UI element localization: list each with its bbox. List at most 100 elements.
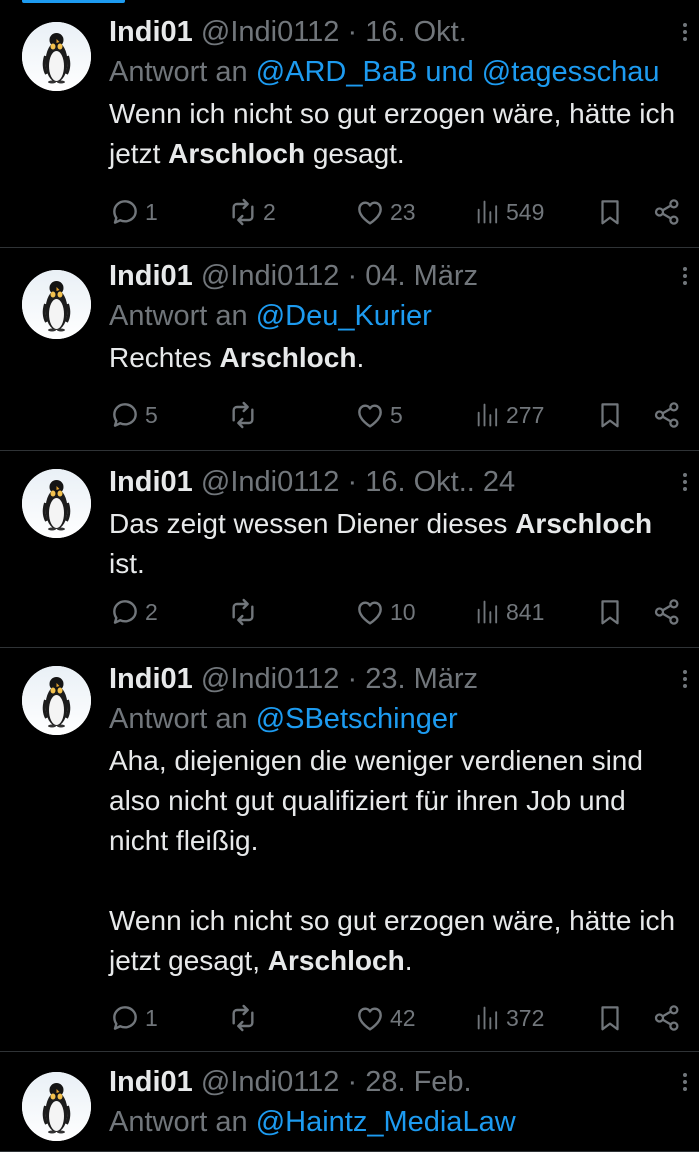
- reply-button[interactable]: 5: [109, 397, 158, 433]
- reply-button[interactable]: 2: [109, 594, 158, 630]
- share-icon: [654, 1005, 679, 1031]
- tweet-content: Indi01 @Indi0112 · 16. Okt. Antwort an @A…: [109, 14, 691, 174]
- user-handle[interactable]: @Indi0112: [201, 466, 340, 498]
- bookmark-button[interactable]: [595, 194, 625, 230]
- name-gap: [193, 260, 201, 292]
- user-handle[interactable]: @Indi0112: [201, 1066, 340, 1098]
- display-name[interactable]: Indi01: [109, 663, 193, 695]
- reply-mention-link[interactable]: @Haintz_MediaLaw: [256, 1106, 516, 1138]
- reply-prefix: Antwort an: [109, 1106, 256, 1138]
- bookmark-button[interactable]: [595, 594, 625, 630]
- like-button[interactable]: 42: [354, 1000, 416, 1036]
- tweet-date[interactable]: 16. Okt.. 24: [365, 466, 515, 498]
- tweet[interactable]: Indi01 @Indi0112 · 16. Okt.. 24 Das zeigt…: [0, 451, 699, 648]
- retweets-count: 2: [263, 198, 276, 225]
- retweet-button[interactable]: [227, 594, 263, 630]
- tweet[interactable]: Indi01 @Indi0112 · 23. März Antwort an @S…: [0, 648, 699, 1052]
- bar-chart-icon: [477, 200, 498, 224]
- share-button[interactable]: [652, 194, 682, 230]
- reply-mention-link[interactable]: @ARD_BaB und @tagesschau: [256, 56, 660, 88]
- more-options-button[interactable]: [679, 1066, 691, 1102]
- tweet-date[interactable]: 23. März: [365, 663, 478, 695]
- tweet-text: Wenn ich nicht so gut erzogen wäre, hätt…: [109, 94, 691, 174]
- bar-chart-icon: [477, 403, 498, 427]
- bookmark-icon: [601, 200, 619, 225]
- share-button[interactable]: [652, 397, 682, 433]
- bookmark-icon: [601, 600, 619, 625]
- reply-context: Antwort an @SBetschinger: [109, 701, 691, 737]
- tweet[interactable]: Indi01 @Indi0112 · 28. Feb. Antwort an @H…: [0, 1052, 699, 1152]
- vertical-dots-icon: [683, 670, 687, 688]
- views-button[interactable]: 277: [474, 397, 544, 433]
- penguin-avatar-icon: [22, 270, 91, 339]
- repost-arrows-icon: [232, 1004, 254, 1032]
- vertical-dots-icon: [683, 23, 687, 41]
- retweet-button[interactable]: [227, 1000, 263, 1036]
- avatar[interactable]: [22, 270, 91, 339]
- tweet-header: Indi01 @Indi0112 · 28. Feb.: [109, 1064, 691, 1100]
- display-name[interactable]: Indi01: [109, 260, 193, 292]
- penguin-avatar-icon: [22, 22, 91, 91]
- repost-arrows-icon: [232, 198, 254, 226]
- avatar[interactable]: [22, 666, 91, 735]
- more-options-button[interactable]: [679, 260, 691, 296]
- share-icon: [654, 599, 679, 625]
- tweet-date[interactable]: 28. Feb.: [365, 1066, 471, 1098]
- reply-mention-link[interactable]: @Deu_Kurier: [256, 300, 432, 332]
- reply-context: Antwort an @Haintz_MediaLaw: [109, 1104, 691, 1140]
- tweet-actions: 1 2 23 549: [109, 194, 685, 230]
- avatar[interactable]: [22, 22, 91, 91]
- views-count: 277: [506, 401, 545, 428]
- tweet-paragraph: Wenn ich nicht so gut erzogen wäre, hätt…: [109, 94, 691, 174]
- repost-arrows-icon: [232, 401, 254, 429]
- tweet[interactable]: Indi01 @Indi0112 · 16. Okt. Antwort an @A…: [0, 0, 699, 248]
- vertical-dots-icon: [683, 267, 687, 285]
- more-options-button[interactable]: [679, 466, 691, 502]
- reply-mention-link[interactable]: @SBetschinger: [256, 703, 458, 735]
- views-button[interactable]: 841: [474, 594, 544, 630]
- user-handle[interactable]: @Indi0112: [201, 16, 340, 48]
- user-handle[interactable]: @Indi0112: [201, 663, 340, 695]
- avatar[interactable]: [22, 1072, 91, 1141]
- user-handle[interactable]: @Indi0112: [201, 260, 340, 292]
- tweet-content: Indi01 @Indi0112 · 28. Feb. Antwort an @H…: [109, 1064, 691, 1140]
- tweet-header: Indi01 @Indi0112 · 16. Okt.. 24: [109, 464, 691, 500]
- more-options-button[interactable]: [679, 16, 691, 52]
- bookmark-button[interactable]: [595, 397, 625, 433]
- reply-button[interactable]: 1: [109, 194, 158, 230]
- tweet-text: Rechtes Arschloch.: [109, 338, 691, 378]
- tweet-actions: 5 5 277: [109, 397, 685, 433]
- tweet-date[interactable]: 16. Okt.: [365, 16, 467, 48]
- like-button[interactable]: 23: [354, 194, 416, 230]
- share-icon: [654, 402, 679, 428]
- penguin-avatar-icon: [22, 469, 91, 538]
- tweet[interactable]: Indi01 @Indi0112 · 04. März Antwort an @D…: [0, 248, 699, 451]
- reply-button[interactable]: 1: [109, 1000, 158, 1036]
- share-button[interactable]: [652, 594, 682, 630]
- like-button[interactable]: 10: [354, 594, 416, 630]
- bar-chart-icon: [477, 1006, 498, 1030]
- repost-arrows-icon: [232, 598, 254, 626]
- like-button[interactable]: 5: [354, 397, 403, 433]
- bar-chart-icon: [477, 600, 498, 624]
- bookmark-button[interactable]: [595, 1000, 625, 1036]
- avatar[interactable]: [22, 469, 91, 538]
- views-button[interactable]: 372: [474, 1000, 544, 1036]
- views-button[interactable]: 549: [474, 194, 544, 230]
- share-button[interactable]: [652, 1000, 682, 1036]
- highlighted-term: Arschloch: [267, 945, 405, 976]
- display-name[interactable]: Indi01: [109, 1066, 193, 1098]
- text-segment: Rechtes: [109, 342, 220, 373]
- retweet-button[interactable]: [227, 397, 263, 433]
- display-name[interactable]: Indi01: [109, 16, 193, 48]
- tweet-date[interactable]: 04. März: [365, 260, 478, 292]
- speech-bubble-icon: [113, 600, 137, 624]
- heart-icon: [358, 601, 382, 625]
- tweet-header: Indi01 @Indi0112 · 16. Okt.: [109, 14, 691, 50]
- likes-count: 10: [390, 598, 416, 625]
- retweet-button[interactable]: 2: [227, 194, 276, 230]
- penguin-avatar-icon: [22, 1072, 91, 1141]
- more-options-button[interactable]: [679, 663, 691, 699]
- tweet-header: Indi01 @Indi0112 · 23. März: [109, 661, 691, 697]
- display-name[interactable]: Indi01: [109, 466, 193, 498]
